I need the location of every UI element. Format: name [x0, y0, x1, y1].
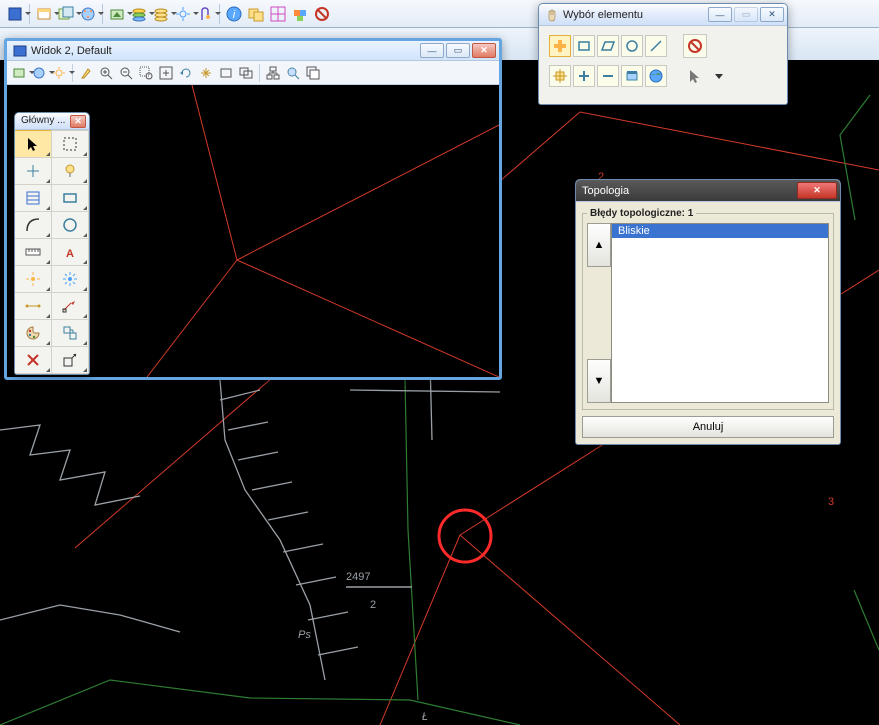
toolbar-btn-4[interactable]: [78, 4, 98, 24]
topo-list-item[interactable]: Bliskie: [612, 224, 828, 238]
tool-dim[interactable]: [14, 292, 52, 320]
toolbar-btn-1[interactable]: [5, 4, 25, 24]
wybor-titlebar[interactable]: Wybór elementu — ▭ ✕: [539, 4, 787, 26]
toolbar-btn-9[interactable]: [195, 4, 215, 24]
topo-close-button[interactable]: ✕: [797, 182, 837, 199]
sel-type-para[interactable]: [597, 35, 619, 57]
toolbar-btn-8[interactable]: [173, 4, 193, 24]
vt-btn-3[interactable]: [50, 64, 68, 82]
topo-prev-button[interactable]: ▲: [587, 223, 611, 267]
widok-title: Widok 2, Default: [31, 40, 418, 62]
vt-zoom-window-icon[interactable]: [137, 64, 155, 82]
widok-window-icon: [13, 44, 27, 58]
sel-mode-add[interactable]: [573, 65, 595, 87]
wybor-close-button[interactable]: ✕: [760, 7, 784, 22]
vt-zoom-sel-icon[interactable]: [284, 64, 302, 82]
vt-btn-2[interactable]: [30, 64, 48, 82]
toolbar-btn-3[interactable]: [56, 4, 76, 24]
sel-mode-1[interactable]: [549, 65, 571, 87]
tool-delete[interactable]: [14, 346, 52, 374]
svg-text:2: 2: [370, 599, 376, 611]
toolbar-btn-6[interactable]: [129, 4, 149, 24]
vt-fit-icon[interactable]: [157, 64, 175, 82]
toolbar-btn-layers[interactable]: [246, 4, 266, 24]
sel-cursor-icon: [683, 64, 707, 88]
widok-close-button[interactable]: ✕: [472, 43, 496, 58]
widok-minimize-button[interactable]: —: [420, 43, 444, 58]
tool-point[interactable]: [14, 157, 52, 185]
tools-close-button[interactable]: ✕: [70, 115, 86, 128]
topo-next-button[interactable]: ▼: [587, 359, 611, 403]
toolbar-btn-grid[interactable]: [268, 4, 288, 24]
window-tools: Główny ... ✕ A: [14, 112, 90, 375]
tool-arc[interactable]: [14, 211, 52, 239]
tool-ruler[interactable]: [14, 238, 52, 266]
widok-titlebar[interactable]: Widok 2, Default — ▭ ✕: [7, 41, 499, 61]
tool-text[interactable]: A: [51, 238, 89, 266]
tools-grid: A: [15, 130, 89, 374]
sel-type-cross[interactable]: [549, 35, 571, 57]
sel-dropdown[interactable]: [715, 74, 725, 79]
vt-highlight-icon[interactable]: [77, 64, 95, 82]
vt-zoom-out-icon[interactable]: [117, 64, 135, 82]
tool-pointer[interactable]: [14, 130, 52, 158]
sel-type-rect[interactable]: [573, 35, 595, 57]
toolbar-btn-5[interactable]: [107, 4, 127, 24]
canvas-label-l: Ł: [422, 711, 428, 723]
wybor-minimize-button[interactable]: —: [708, 7, 732, 22]
tool-circle[interactable]: [51, 211, 89, 239]
vt-window-a-icon[interactable]: [217, 64, 235, 82]
wybor-maximize-button: ▭: [734, 7, 758, 22]
vt-btn-1[interactable]: [10, 64, 28, 82]
tools-title: Główny ...: [21, 112, 68, 132]
error-marker: [439, 510, 491, 562]
tool-rect[interactable]: [51, 184, 89, 212]
svg-text:A: A: [66, 248, 74, 260]
toolbar-btn-puzzle[interactable]: [290, 4, 310, 24]
fraction-label: 2497 2: [346, 571, 412, 611]
sel-type-line[interactable]: [645, 35, 667, 57]
sel-forbid[interactable]: [683, 34, 707, 58]
topo-legend: Błędy topologiczne: 1: [587, 208, 696, 219]
tool-palette[interactable]: [14, 319, 52, 347]
vt-pan-icon[interactable]: [197, 64, 215, 82]
wybor-title: Wybór elementu: [563, 4, 706, 26]
tools-titlebar[interactable]: Główny ... ✕: [15, 113, 89, 130]
hand-icon: [545, 8, 559, 22]
info-icon[interactable]: i: [224, 4, 244, 24]
tool-move[interactable]: [51, 292, 89, 320]
sel-mode-sub[interactable]: [597, 65, 619, 87]
topo-titlebar[interactable]: Topologia ✕: [576, 180, 840, 202]
toolbar-btn-2[interactable]: [34, 4, 54, 24]
vt-copy-view-icon[interactable]: [304, 64, 322, 82]
sel-mode-globe[interactable]: [645, 65, 667, 87]
sel-type-circle[interactable]: [621, 35, 643, 57]
sel-mode-layer[interactable]: [621, 65, 643, 87]
svg-text:2497: 2497: [346, 571, 370, 583]
canvas-label-ps: Ps: [298, 629, 311, 641]
window-topologia: Topologia ✕ Błędy topologiczne: 1 ▲ ▼ Bl…: [575, 179, 841, 445]
vt-zoom-in-icon[interactable]: [97, 64, 115, 82]
vt-window-b-icon[interactable]: [237, 64, 255, 82]
canvas-label-3: 3: [828, 496, 834, 508]
toolbar-btn-disable[interactable]: [312, 4, 332, 24]
topo-list[interactable]: Bliskie: [611, 223, 829, 403]
tool-group[interactable]: [51, 319, 89, 347]
tool-hatch[interactable]: [14, 184, 52, 212]
vt-tree-icon[interactable]: [264, 64, 282, 82]
tool-snap[interactable]: [51, 265, 89, 293]
wybor-body: [539, 26, 787, 104]
toolbar-btn-7[interactable]: [151, 4, 171, 24]
topo-title: Topologia: [582, 180, 795, 202]
tool-spark[interactable]: [14, 265, 52, 293]
tool-marquee[interactable]: [51, 130, 89, 158]
tool-light[interactable]: [51, 157, 89, 185]
topo-cancel-button[interactable]: Anuluj: [582, 416, 834, 438]
topo-body: Błędy topologiczne: 1 ▲ ▼ Bliskie Anuluj: [576, 202, 840, 444]
tool-scale[interactable]: [51, 346, 89, 374]
window-wybor: Wybór elementu — ▭ ✕: [538, 3, 788, 105]
vt-rotate-icon[interactable]: [177, 64, 195, 82]
widok-toolbar: [7, 61, 499, 85]
widok-maximize-button[interactable]: ▭: [446, 43, 470, 58]
